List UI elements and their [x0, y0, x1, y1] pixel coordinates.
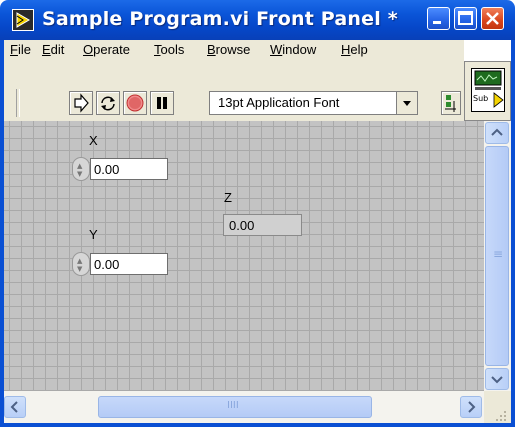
- scroll-grip-icon: ≡: [493, 247, 504, 261]
- front-panel[interactable]: X ▲ ▼ 0.00 Z 0.00 Y ▲ ▼ 0.00: [4, 121, 484, 391]
- control-y-input[interactable]: 0.00: [90, 253, 168, 275]
- increment-arrow-icon: ▲: [77, 257, 83, 265]
- title-bar[interactable]: Sample Program.vi Front Panel *: [0, 0, 515, 40]
- window-title: Sample Program.vi Front Panel *: [42, 8, 398, 30]
- horizontal-scrollbar[interactable]: IIII: [4, 391, 484, 423]
- chevron-right-icon: [468, 401, 476, 413]
- toolbar: 13pt Application Font: [4, 61, 464, 121]
- vi-connector-icon[interactable]: Sub: [471, 68, 505, 112]
- run-arrow-icon: [74, 93, 89, 113]
- window-frame-right: [511, 40, 515, 427]
- menu-file[interactable]: File: [10, 42, 31, 57]
- horizontal-scroll-thumb[interactable]: IIII: [98, 396, 372, 418]
- close-button[interactable]: [481, 7, 504, 30]
- font-select-value: 13pt Application Font: [218, 95, 340, 110]
- control-y-increment-decrement[interactable]: ▲ ▼: [72, 252, 90, 276]
- vi-icon-pane[interactable]: Sub: [464, 61, 511, 121]
- vertical-scrollbar[interactable]: ≡: [484, 121, 511, 391]
- align-objects-icon: [445, 95, 456, 112]
- menu-help[interactable]: Help: [341, 42, 368, 57]
- run-continuously-icon: [101, 96, 115, 111]
- resize-grip-icon: [496, 411, 506, 421]
- maximize-icon: [458, 11, 473, 25]
- scroll-down-button[interactable]: [485, 368, 509, 390]
- indicator-z-label: Z: [224, 190, 232, 205]
- minimize-button[interactable]: [427, 7, 450, 30]
- decrement-arrow-icon: ▼: [77, 265, 83, 273]
- vi-icon-text: Sub: [473, 94, 489, 103]
- font-select[interactable]: 13pt Application Font: [209, 91, 418, 115]
- menu-operate[interactable]: Operate: [83, 42, 130, 57]
- align-objects-button[interactable]: [441, 91, 461, 115]
- control-x-increment-decrement[interactable]: ▲ ▼: [72, 157, 90, 181]
- menu-edit[interactable]: Edit: [42, 42, 64, 57]
- scroll-up-button[interactable]: [485, 122, 509, 144]
- indicator-z-display: 0.00: [223, 214, 302, 236]
- abort-icon: [126, 94, 144, 112]
- minimize-icon: [433, 21, 441, 24]
- control-x-label: X: [89, 133, 98, 148]
- chevron-down-icon: [403, 101, 411, 106]
- control-x-input[interactable]: 0.00: [90, 158, 168, 180]
- resize-grip[interactable]: [484, 391, 511, 423]
- labview-vi-icon[interactable]: [12, 9, 34, 31]
- menu-browse[interactable]: Browse: [207, 42, 250, 57]
- scroll-left-button[interactable]: [4, 396, 26, 418]
- increment-arrow-icon: ▲: [77, 162, 83, 170]
- pause-button[interactable]: [150, 91, 174, 115]
- vertical-scroll-thumb[interactable]: ≡: [485, 146, 509, 366]
- chevron-up-icon: [491, 128, 503, 136]
- decrement-arrow-icon: ▼: [77, 170, 83, 178]
- menu-window[interactable]: Window: [270, 42, 316, 57]
- scroll-grip-icon: IIII: [227, 400, 239, 411]
- chevron-down-icon: [491, 376, 503, 384]
- maximize-button[interactable]: [454, 7, 477, 30]
- menu-bar: File Edit Operate Tools Browse Window He…: [4, 40, 464, 61]
- scroll-right-button[interactable]: [460, 396, 482, 418]
- control-y-label: Y: [89, 227, 98, 242]
- window-frame-bottom: [0, 423, 515, 427]
- toolbar-grip[interactable]: [16, 89, 20, 117]
- run-continuously-button[interactable]: [96, 91, 120, 115]
- chevron-left-icon: [10, 401, 18, 413]
- pause-icon: [157, 97, 167, 109]
- abort-button[interactable]: [123, 91, 147, 115]
- font-dropdown-button[interactable]: [396, 92, 417, 114]
- run-button[interactable]: [69, 91, 93, 115]
- close-icon: [486, 12, 499, 25]
- menu-tools[interactable]: Tools: [154, 42, 184, 57]
